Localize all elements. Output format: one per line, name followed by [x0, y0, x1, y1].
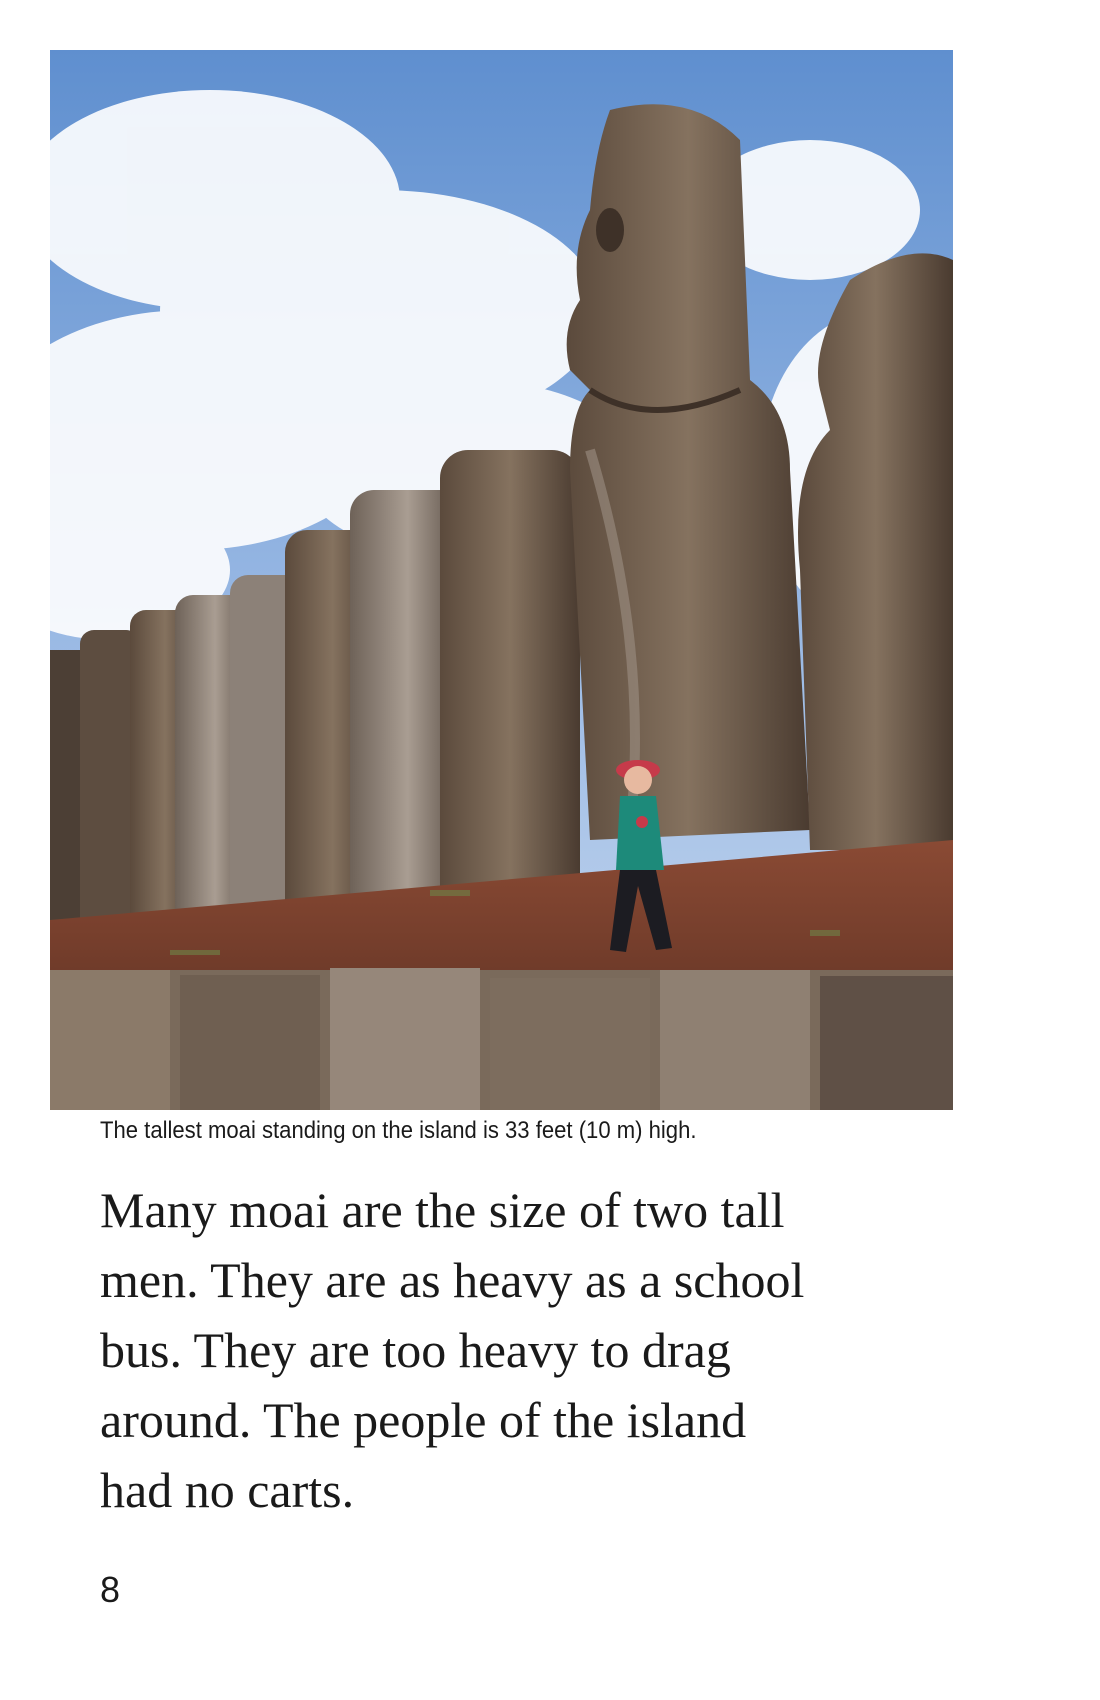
photo-caption: The tallest moai standing on the island …	[100, 1117, 697, 1144]
body-line: had no carts.	[100, 1462, 355, 1518]
body-paragraph: Many moai are the size of two tall men. …	[100, 1175, 960, 1525]
body-line: men. They are as heavy as a school	[100, 1252, 805, 1308]
body-line: bus. They are too heavy to drag	[100, 1322, 731, 1378]
body-line: Many moai are the size of two tall	[100, 1182, 785, 1238]
body-line: around. The people of the island	[100, 1392, 747, 1448]
page-number: 8	[100, 1569, 121, 1610]
moai-photo	[50, 50, 953, 1110]
